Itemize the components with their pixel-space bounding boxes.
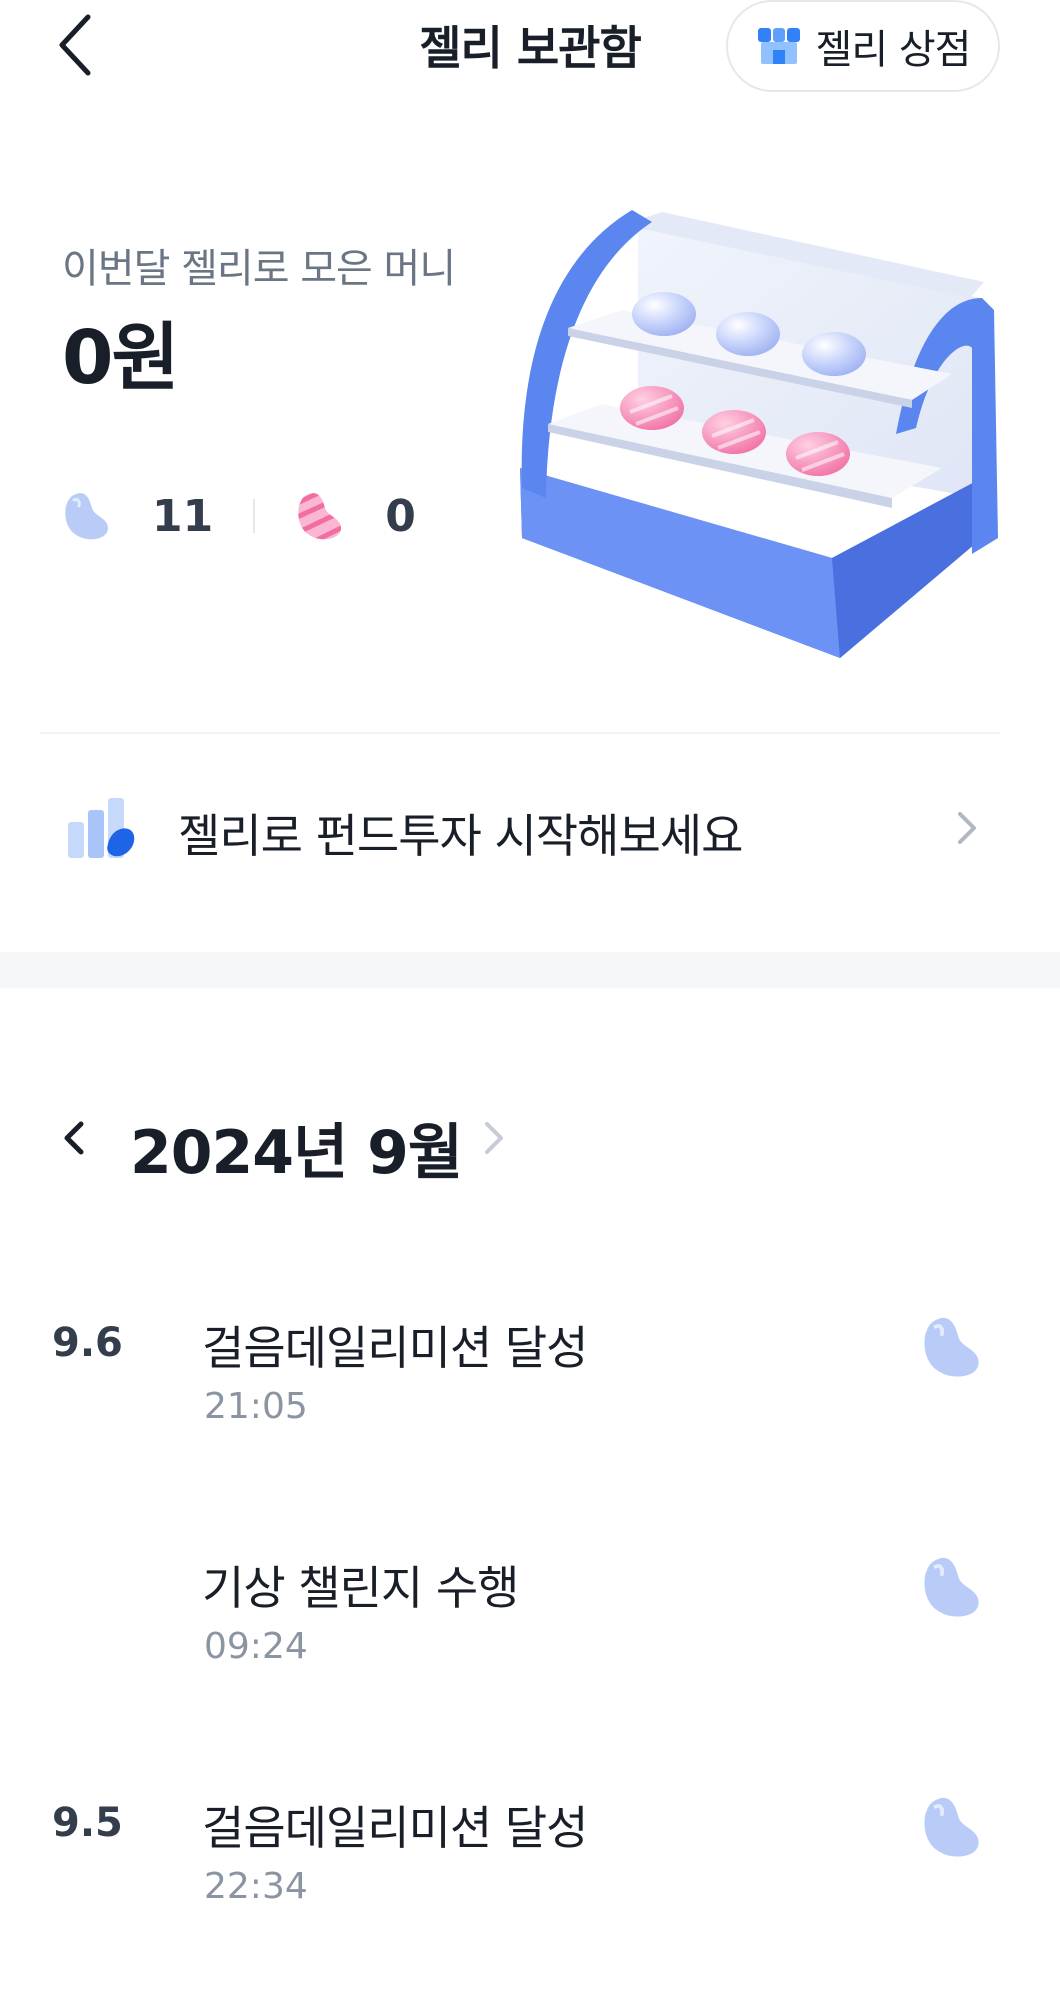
blue-jelly-icon: [924, 1797, 979, 1857]
jelly-counts: 11 0: [62, 484, 416, 548]
pink-jelly-count-value: 0: [385, 490, 416, 542]
history-item: 기상 챌린지 수행 09:24: [0, 1540, 1060, 1700]
section-separator: [0, 952, 1060, 988]
chevron-left-icon: [64, 1121, 84, 1155]
history-item-date: 9.6: [52, 1320, 123, 1366]
jelly-storage-page: 젤리 보관함 젤리 상점 이번달 젤리로 모은 머니 0원 11 0 젤리로 펀…: [0, 0, 1060, 1991]
count-divider: [253, 499, 256, 533]
store-icon: [757, 28, 800, 64]
next-month-button[interactable]: [470, 1108, 516, 1168]
blue-jelly-icon: [924, 1557, 979, 1617]
divider: [40, 732, 1000, 734]
pink-jelly-icon: [298, 493, 342, 540]
chevron-right-icon: [958, 812, 976, 844]
blue-jelly-icon: [65, 493, 108, 540]
month-title: 2024년 9월: [130, 1118, 463, 1188]
previous-month-button[interactable]: [52, 1108, 98, 1168]
chevron-right-icon: [485, 1122, 503, 1154]
history-item: 9.5 걸음데일리미션 달성 22:34: [0, 1780, 1060, 1940]
pink-jelly-count: 0: [295, 490, 416, 542]
monthly-money-amount: 0원: [62, 315, 180, 401]
fund-banner-text: 젤리로 펀드투자 시작해보세요: [178, 809, 743, 863]
blue-jelly-icon: [924, 1317, 979, 1377]
history-item-time: 21:05: [204, 1386, 308, 1427]
monthly-money-label: 이번달 젤리로 모은 머니: [62, 246, 456, 292]
history-item-time: 22:34: [204, 1866, 308, 1907]
jelly-store-label: 젤리 상점: [815, 27, 972, 73]
history-item-title: 걸음데일리미션 달성: [202, 1321, 589, 1375]
history-item-date: 9.5: [52, 1800, 123, 1846]
history-item-time: 09:24: [204, 1626, 308, 1667]
blue-jelly-count: 11: [62, 490, 213, 542]
jelly-showcase-illustration: [520, 210, 998, 658]
history-item-title: 걸음데일리미션 달성: [202, 1801, 589, 1855]
jelly-store-button[interactable]: 젤리 상점: [726, 0, 1000, 92]
header: 젤리 보관함 젤리 상점: [0, 0, 1060, 100]
history-item: 9.6 걸음데일리미션 달성 21:05: [0, 1300, 1060, 1460]
fund-invest-banner[interactable]: 젤리로 펀드투자 시작해보세요: [0, 770, 1060, 890]
fund-chart-icon: [68, 798, 135, 858]
history-item-title: 기상 챌린지 수행: [202, 1561, 519, 1615]
blue-jelly-count-value: 11: [152, 490, 214, 542]
